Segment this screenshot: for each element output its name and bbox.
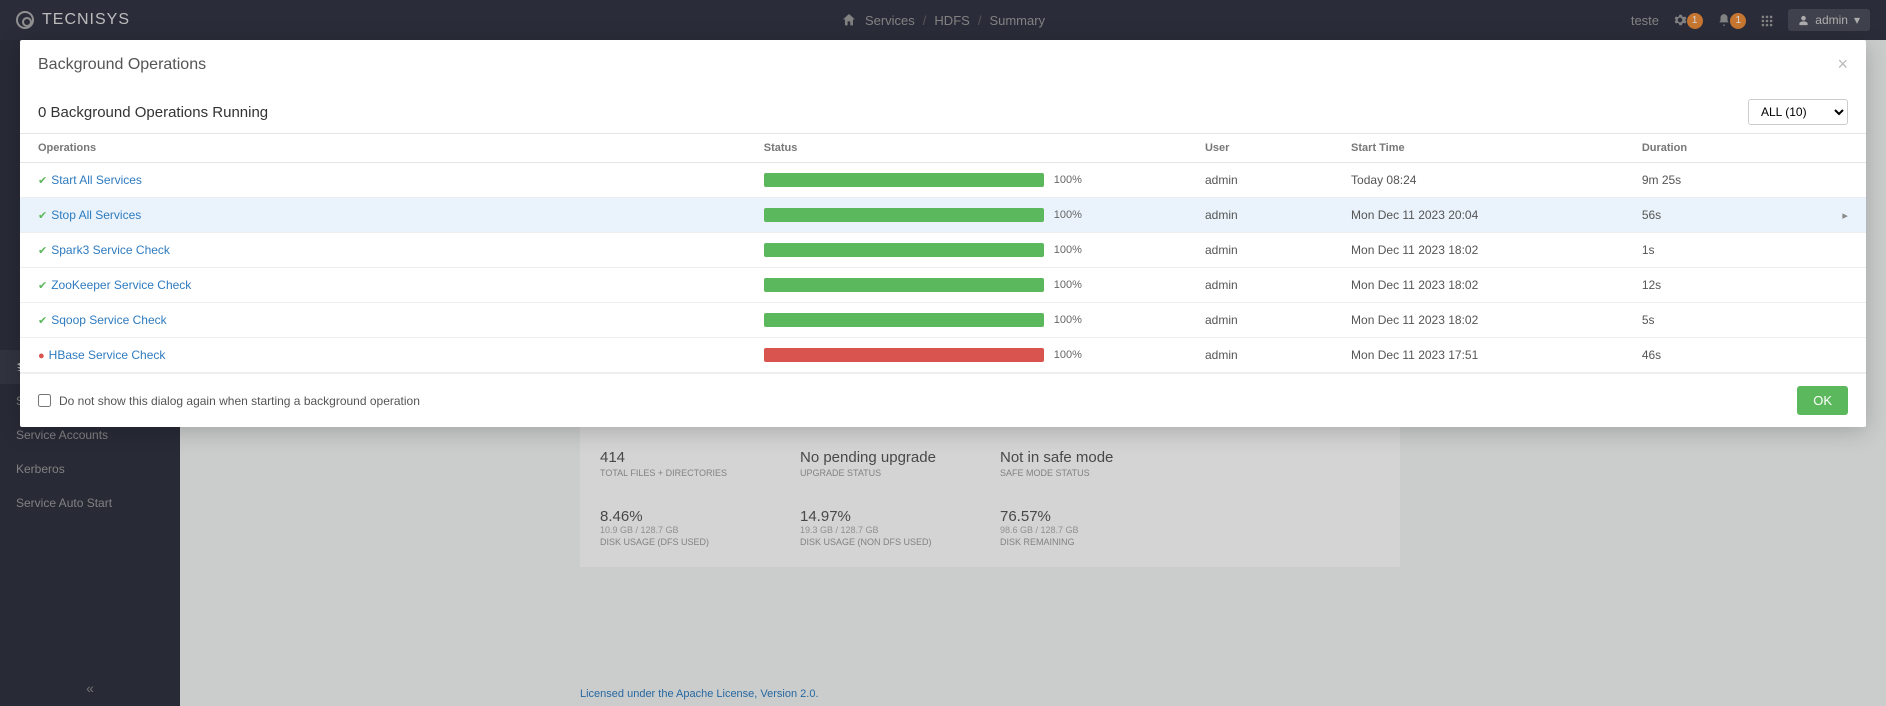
col-operations[interactable]: Operations [20, 134, 746, 163]
user-cell: admin [1187, 163, 1333, 198]
status-cell: 100% [746, 338, 1187, 373]
op-cell[interactable]: ● HBase Service Check [20, 338, 746, 373]
col-status[interactable]: Status [746, 134, 1187, 163]
time-cell: Mon Dec 11 2023 18:02 [1333, 233, 1624, 268]
operations-table: Operations Status User Start Time Durati… [20, 133, 1866, 373]
duration-cell: 56s [1624, 198, 1825, 233]
progress-pct: 100% [1054, 314, 1082, 326]
op-cell[interactable]: ✔ Spark3 Service Check [20, 233, 746, 268]
user-cell: admin [1187, 198, 1333, 233]
close-icon[interactable]: × [1837, 54, 1848, 75]
duration-cell: 1s [1624, 233, 1825, 268]
expand-arrow[interactable] [1824, 338, 1866, 373]
time-cell: Mon Dec 11 2023 18:02 [1333, 268, 1624, 303]
progress-pct: 100% [1054, 174, 1082, 186]
progress-pct: 100% [1054, 209, 1082, 221]
error-icon: ● [38, 350, 45, 362]
dont-show-checkbox[interactable]: Do not show this dialog again when start… [38, 394, 420, 408]
op-name: Sqoop Service Check [51, 313, 166, 327]
modal-header: Background Operations × [20, 40, 1866, 89]
progress-pct: 100% [1054, 244, 1082, 256]
progress-bar [764, 243, 1044, 257]
progress-bar [764, 313, 1044, 327]
op-cell[interactable]: ✔ Start All Services [20, 163, 746, 198]
op-cell[interactable]: ✔ ZooKeeper Service Check [20, 268, 746, 303]
op-name: Start All Services [51, 173, 142, 187]
time-cell: Today 08:24 [1333, 163, 1624, 198]
time-cell: Mon Dec 11 2023 18:02 [1333, 303, 1624, 338]
check-icon: ✔ [38, 175, 47, 187]
col-start-time[interactable]: Start Time [1333, 134, 1624, 163]
modal-footer: Do not show this dialog again when start… [20, 373, 1866, 427]
col-user[interactable]: User [1187, 134, 1333, 163]
status-cell: 100% [746, 198, 1187, 233]
dont-show-input[interactable] [38, 394, 51, 407]
progress-bar [764, 348, 1044, 362]
expand-arrow[interactable]: ▸ [1824, 198, 1866, 233]
modal-subheader: 0 Background Operations Running ALL (10) [20, 89, 1866, 133]
status-cell: 100% [746, 233, 1187, 268]
table-row[interactable]: ✔ Spark3 Service Check 100% adminMon Dec 11… [20, 233, 1866, 268]
status-cell: 100% [746, 163, 1187, 198]
table-row[interactable]: ✔ ZooKeeper Service Check 100% adminMon Dec… [20, 268, 1866, 303]
check-icon: ✔ [38, 210, 47, 222]
expand-arrow[interactable] [1824, 303, 1866, 338]
table-row[interactable]: ● HBase Service Check 100% adminMon Dec 11 … [20, 338, 1866, 373]
check-icon: ✔ [38, 280, 47, 292]
modal-subtitle: 0 Background Operations Running [38, 104, 268, 121]
expand-arrow[interactable] [1824, 233, 1866, 268]
progress-bar [764, 278, 1044, 292]
progress-bar [764, 173, 1044, 187]
status-cell: 100% [746, 303, 1187, 338]
op-cell[interactable]: ✔ Stop All Services [20, 198, 746, 233]
op-name: Spark3 Service Check [51, 243, 170, 257]
expand-arrow[interactable] [1824, 163, 1866, 198]
user-cell: admin [1187, 268, 1333, 303]
duration-cell: 12s [1624, 268, 1825, 303]
ok-button[interactable]: OK [1797, 386, 1848, 415]
filter-select[interactable]: ALL (10) [1748, 99, 1848, 125]
time-cell: Mon Dec 11 2023 17:51 [1333, 338, 1624, 373]
time-cell: Mon Dec 11 2023 20:04 [1333, 198, 1624, 233]
background-operations-modal: Background Operations × 0 Background Ope… [20, 40, 1866, 427]
check-icon: ✔ [38, 315, 47, 327]
progress-pct: 100% [1054, 279, 1082, 291]
duration-cell: 46s [1624, 338, 1825, 373]
modal-title: Background Operations [38, 56, 206, 74]
expand-arrow[interactable] [1824, 268, 1866, 303]
dont-show-label: Do not show this dialog again when start… [59, 394, 420, 408]
op-name: HBase Service Check [49, 348, 166, 362]
duration-cell: 5s [1624, 303, 1825, 338]
status-cell: 100% [746, 268, 1187, 303]
progress-pct: 100% [1054, 349, 1082, 361]
op-name: ZooKeeper Service Check [51, 278, 191, 292]
user-cell: admin [1187, 338, 1333, 373]
filter-dropdown[interactable]: ALL (10) [1748, 99, 1848, 125]
op-cell[interactable]: ✔ Sqoop Service Check [20, 303, 746, 338]
table-row[interactable]: ✔ Stop All Services 100% adminMon Dec 11 20… [20, 198, 1866, 233]
table-row[interactable]: ✔ Sqoop Service Check 100% adminMon Dec 11 … [20, 303, 1866, 338]
duration-cell: 9m 25s [1624, 163, 1825, 198]
op-name: Stop All Services [51, 208, 141, 222]
progress-bar [764, 208, 1044, 222]
user-cell: admin [1187, 233, 1333, 268]
check-icon: ✔ [38, 245, 47, 257]
table-row[interactable]: ✔ Start All Services 100% adminToday 08:249… [20, 163, 1866, 198]
user-cell: admin [1187, 303, 1333, 338]
col-duration[interactable]: Duration [1624, 134, 1825, 163]
